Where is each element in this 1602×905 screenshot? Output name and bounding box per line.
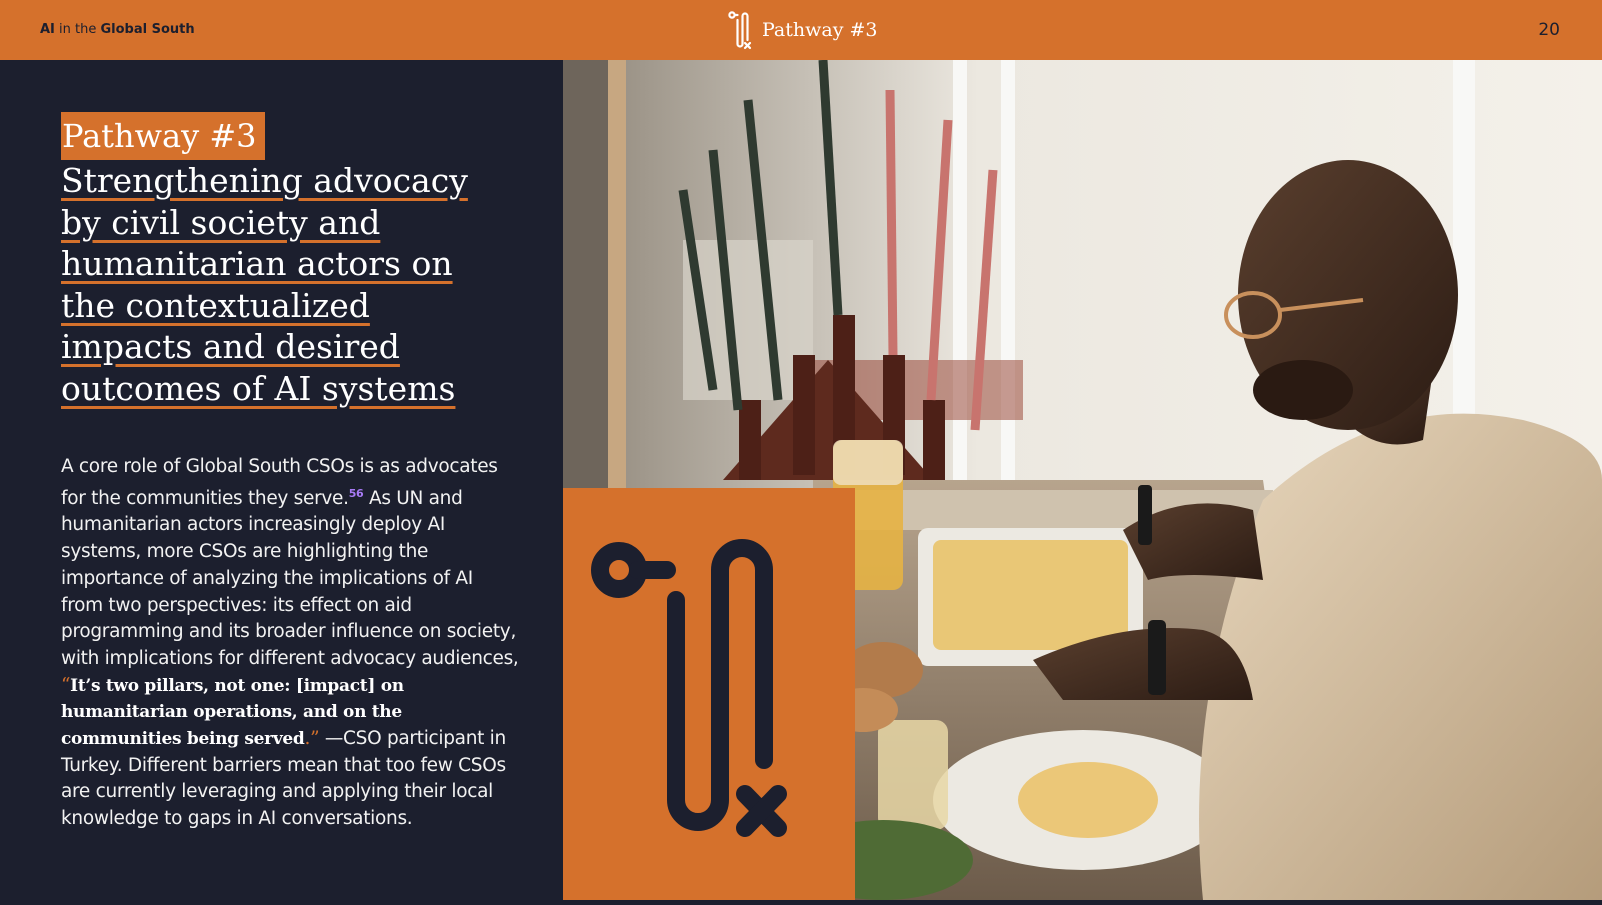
quote-open: “ (61, 674, 71, 696)
heading-line: humanitarian actors on (61, 244, 453, 283)
heading-line: the contextualized (61, 285, 370, 325)
heading-line: Strengthening advocacy (61, 161, 468, 200)
header-bar: AI in the Global South Pathway #3 20 (0, 0, 1602, 60)
quote-close: .” (304, 728, 320, 750)
publication-brand: AI in the Global South (40, 22, 195, 37)
pathway-path-icon (591, 539, 787, 837)
pathway-path-icon (728, 11, 752, 50)
heading-line: by civil society and (61, 202, 381, 242)
heading-line: impacts and desired (61, 327, 400, 366)
page-heading: Strengthening advocacy by civil society … (61, 160, 531, 409)
section-label: Pathway #3 (728, 8, 878, 52)
section-title: Pathway #3 (762, 19, 878, 41)
heading-line: outcomes of AI systems (61, 368, 456, 408)
pathway-tag: Pathway #3 (61, 112, 265, 160)
footnote-reference[interactable]: 56 (349, 487, 364, 500)
page-number: 20 (1538, 20, 1560, 40)
body-paragraph: A core role of Global South CSOs is as a… (61, 456, 519, 830)
text-panel: Pathway #3 Strengthening advocacy by civ… (0, 60, 563, 900)
pathway-logo-block (563, 488, 855, 900)
